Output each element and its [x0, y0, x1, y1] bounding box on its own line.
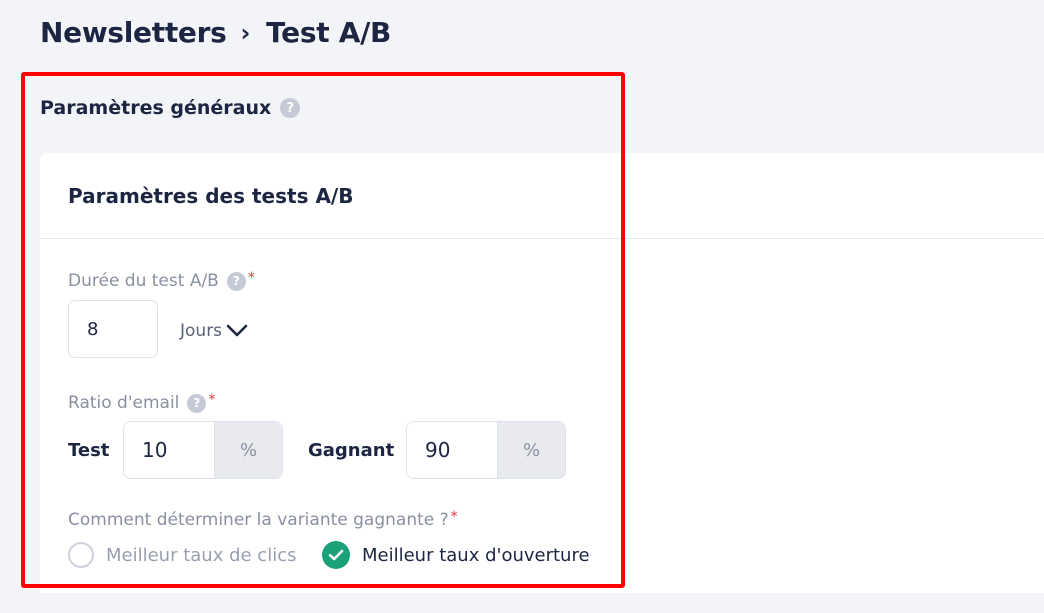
duration-help-icon[interactable]: ? — [226, 271, 246, 291]
winner-ratio-input-group: 90 % — [406, 421, 566, 479]
test-ratio-input[interactable]: 10 — [124, 422, 214, 478]
check-circle-icon — [322, 541, 350, 569]
duration-unit-select[interactable]: Jours — [180, 319, 248, 343]
test-ratio-input-group: 10 % — [123, 421, 283, 479]
help-icon[interactable]: ? — [280, 98, 301, 118]
percent-addon: % — [214, 422, 282, 478]
required-mark: * — [208, 392, 216, 408]
radio-label: Meilleur taux d'ouverture — [362, 544, 590, 566]
chevron-down-icon — [226, 319, 248, 343]
winner-ratio-value: 90 — [425, 438, 451, 462]
breadcrumb-current: Test A/B — [266, 16, 392, 49]
test-ratio-value: 10 — [142, 438, 168, 462]
section-title-text: Paramètres généraux — [40, 97, 272, 119]
duration-value: 8 — [87, 318, 99, 340]
required-mark: * — [450, 509, 458, 525]
winner-ratio-label: Gagnant — [308, 440, 395, 461]
ab-test-settings-card: Paramètres des tests A/B Durée du test A… — [40, 153, 1044, 593]
duration-label: Durée du test A/B ? * — [68, 270, 255, 291]
radio-best-click-rate[interactable]: Meilleur taux de clics — [68, 542, 296, 568]
radio-best-open-rate[interactable]: Meilleur taux d'ouverture — [322, 541, 590, 569]
ratio-label: Ratio d'email ? * — [68, 392, 216, 413]
card-header: Paramètres des tests A/B — [40, 153, 1044, 239]
duration-input[interactable]: 8 — [68, 300, 158, 358]
percent-addon: % — [497, 422, 565, 478]
ratio-label-text: Ratio d'email — [68, 393, 180, 413]
radio-unchecked-icon — [68, 542, 94, 568]
breadcrumb: Newsletters › Test A/B — [40, 16, 391, 49]
test-ratio-label: Test — [68, 440, 110, 461]
required-mark: * — [247, 270, 255, 286]
section-title: Paramètres généraux ? — [40, 97, 301, 119]
ratio-help-icon[interactable]: ? — [187, 393, 207, 413]
card-title: Paramètres des tests A/B — [68, 183, 354, 208]
duration-label-text: Durée du test A/B — [68, 271, 219, 291]
breadcrumb-separator-icon: › — [240, 18, 251, 47]
duration-unit-value: Jours — [180, 321, 223, 341]
winner-ratio-input[interactable]: 90 — [407, 422, 497, 478]
winner-method-label: Comment déterminer la variante gagnante … — [68, 509, 458, 530]
winner-method-label-text: Comment déterminer la variante gagnante … — [68, 510, 449, 530]
breadcrumb-parent-link[interactable]: Newsletters — [40, 16, 227, 49]
radio-label: Meilleur taux de clics — [106, 544, 297, 566]
